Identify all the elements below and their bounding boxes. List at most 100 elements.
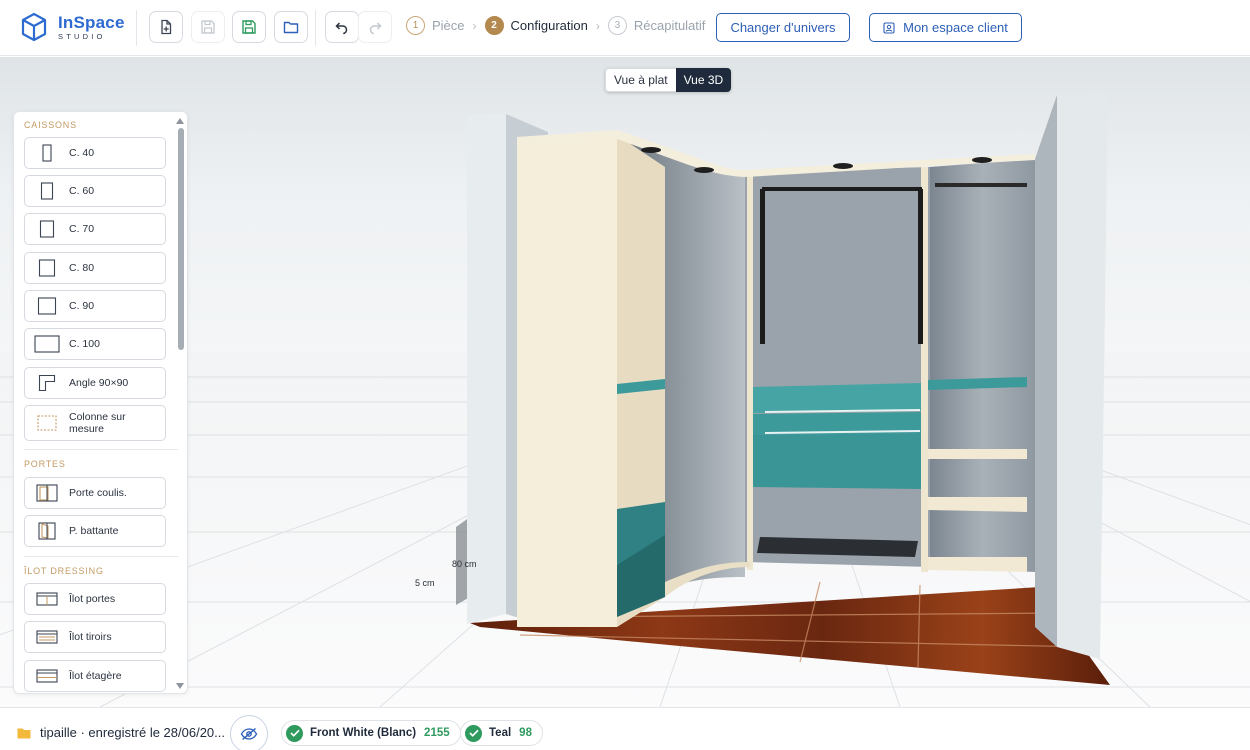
section-title-ilot: ÎLOT DRESSING	[24, 566, 104, 576]
change-universe-button[interactable]: Changer d'univers	[716, 13, 850, 42]
material-chip-teal[interactable]: Teal 98	[460, 720, 543, 746]
header-divider	[136, 10, 137, 46]
catalog-item-label: Îlot portes	[69, 592, 116, 605]
corner-angle-icon	[38, 374, 56, 392]
section-title-caissons: CAISSONS	[24, 120, 77, 130]
catalog-item-label: Îlot étagère	[69, 669, 122, 682]
view-flat-button[interactable]: Vue à plat	[605, 68, 676, 92]
logo-subtitle: STUDIO	[58, 31, 106, 41]
catalog-panel: CAISSONS C. 40 C. 60 C. 70 C. 80 C. 90 C…	[13, 111, 188, 694]
new-project-button[interactable]	[149, 11, 183, 43]
step-piece[interactable]: 1 Pièce	[406, 16, 465, 35]
file-plus-icon	[161, 19, 172, 35]
scroll-down-arrow[interactable]	[176, 683, 184, 689]
redo-button[interactable]	[358, 11, 392, 43]
save-icon	[201, 20, 215, 34]
header-divider	[315, 10, 316, 46]
catalog-item-label: C. 60	[69, 184, 95, 197]
chevron-right-icon: ›	[472, 18, 477, 33]
catalog-item-c60[interactable]: C. 60	[24, 175, 166, 207]
catalog-item-hinged-door[interactable]: P. battante	[24, 515, 166, 547]
catalog-item-label: Porte coulis.	[69, 486, 127, 499]
catalog-item-c80[interactable]: C. 80	[24, 252, 166, 284]
save-green-icon	[242, 20, 256, 34]
save-as-button[interactable]	[232, 11, 266, 43]
catalog-item-c70[interactable]: C. 70	[24, 213, 166, 245]
cabinet-40-icon	[42, 144, 52, 162]
save-button[interactable]	[191, 11, 225, 43]
step-label: Pièce	[432, 18, 465, 33]
top-header: InSpace STUDIO 1 Pièce › 2 Configuration…	[0, 0, 1250, 56]
logo-title: InSpace	[58, 12, 125, 32]
view-mode-toggle: Vue à plat Vue 3D	[605, 68, 732, 92]
catalog-item-island-doors[interactable]: Îlot portes	[24, 583, 166, 615]
catalog-item-label: Angle 90×90	[69, 376, 129, 389]
status-bar: tipaille · enregistré le 28/06/20... Fro…	[0, 707, 1250, 750]
catalog-item-c40[interactable]: C. 40	[24, 137, 166, 169]
client-space-label: Mon espace client	[903, 20, 1008, 35]
change-universe-label: Changer d'univers	[730, 20, 836, 35]
island-doors-icon	[36, 592, 58, 606]
undo-button[interactable]	[325, 11, 359, 43]
step-number: 1	[406, 16, 425, 35]
catalog-item-label: C. 90	[69, 299, 95, 312]
chevron-right-icon: ›	[595, 18, 600, 33]
material-name: Teal	[489, 727, 512, 739]
catalog-item-island-drawers[interactable]: Îlot tiroirs	[24, 621, 166, 653]
catalog-item-label: Colonne sur mesure	[69, 410, 126, 435]
stepper: 1 Pièce › 2 Configuration › 3 Récapitula…	[406, 16, 705, 35]
panel-scrollbar[interactable]	[178, 128, 184, 350]
check-icon	[468, 729, 479, 737]
cabinet-80-icon	[38, 259, 56, 277]
catalog-item-label: C. 70	[69, 222, 95, 235]
open-project-button[interactable]	[274, 11, 308, 43]
project-info[interactable]: tipaille · enregistré le 28/06/20...	[17, 725, 225, 740]
undo-icon	[335, 22, 348, 35]
custom-column-icon	[37, 415, 57, 431]
catalog-item-island-shelf[interactable]: Îlot étagère	[24, 660, 166, 692]
catalog-item-sliding-door[interactable]: Porte coulis.	[24, 477, 166, 509]
catalog-item-c90[interactable]: C. 90	[24, 290, 166, 322]
catalog-item-label: C. 100	[69, 337, 100, 350]
dimension-gap-label: 5 cm	[415, 578, 435, 588]
catalog-item-label: Îlot tiroirs	[69, 630, 112, 643]
section-divider	[24, 556, 178, 557]
logo-cube-icon	[21, 12, 47, 42]
project-status-text: tipaille · enregistré le 28/06/20...	[40, 725, 225, 740]
step-number: 3	[607, 16, 627, 35]
catalog-item-custom-column[interactable]: Colonne sur mesure	[24, 405, 166, 441]
cabinet-90-icon	[37, 297, 57, 315]
step-number: 2	[484, 16, 504, 35]
cabinet-100-icon	[34, 335, 60, 353]
material-chip-front-white[interactable]: Front White (Blanc) 2155	[281, 720, 461, 746]
catalog-item-label: C. 40	[69, 146, 95, 159]
cabinet-60-icon	[40, 182, 54, 200]
catalog-item-angle[interactable]: Angle 90×90	[24, 367, 166, 399]
check-icon	[289, 729, 300, 737]
view-3d-button[interactable]: Vue 3D	[675, 68, 732, 92]
island-drawers-icon	[36, 630, 58, 644]
visibility-toggle-button[interactable]	[230, 715, 268, 750]
material-count: 98	[519, 727, 532, 739]
material-count: 2155	[424, 727, 450, 739]
cabinet-70-icon	[39, 220, 55, 238]
user-badge-icon	[883, 21, 895, 34]
catalog-item-c100[interactable]: C. 100	[24, 328, 166, 360]
scroll-up-arrow[interactable]	[176, 118, 184, 124]
eye-off-icon	[240, 727, 258, 741]
client-space-button[interactable]: Mon espace client	[869, 13, 1022, 42]
section-title-portes: PORTES	[24, 459, 66, 469]
island-shelf-icon	[36, 669, 58, 683]
step-recapitulatif[interactable]: 3 Récapitulatif	[607, 16, 706, 35]
step-label: Récapitulatif	[633, 18, 706, 33]
app-logo[interactable]: InSpace STUDIO	[20, 12, 125, 42]
material-name: Front White (Blanc)	[310, 727, 417, 739]
catalog-item-label: P. battante	[69, 524, 119, 537]
hinged-door-icon	[38, 522, 56, 540]
step-label: Configuration	[510, 18, 588, 33]
folder-icon	[17, 728, 31, 738]
dimension-depth-label: 80 cm	[452, 559, 477, 569]
step-configuration[interactable]: 2 Configuration	[484, 16, 588, 35]
section-divider	[24, 449, 178, 450]
catalog-item-label: C. 80	[69, 261, 95, 274]
